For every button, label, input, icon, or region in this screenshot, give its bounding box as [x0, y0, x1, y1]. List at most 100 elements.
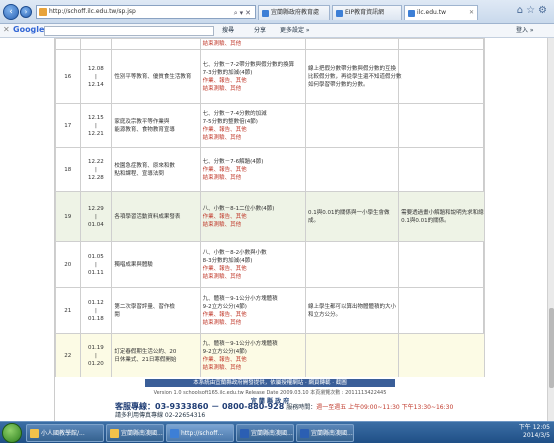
start-button[interactable] [2, 423, 22, 443]
address-url: http://schoff.ilc.edu.tw/sp.jsp [49, 8, 136, 15]
cell-line: 需要透過畫小解題和說明先求和總 [401, 209, 484, 216]
unit-cell: 性別平等教育、優質食生活教育 [111, 49, 201, 104]
cell-line: 作業、報告、其他 [202, 213, 247, 220]
cell-line: 日休業式、21日寒假開始 [114, 356, 177, 363]
cell-line: 結束測驗、其他 [202, 364, 242, 371]
taskbar-item-2[interactable]: 宜蘭縣南澳國... [106, 424, 164, 442]
week-number: 22 [64, 352, 72, 359]
remarks-cell: 需要透過畫小解題和說明先求和總 0.1與0.01的關係。 [398, 191, 485, 242]
cell-line: | [95, 261, 97, 268]
browser-icon [170, 429, 179, 438]
remarks-cell [398, 147, 485, 192]
week-number-cell: 17 [55, 103, 81, 148]
unit-cell: 第二次學習評量、習作檢閱 [111, 287, 201, 334]
week-number-cell: 16 [55, 49, 81, 104]
google-share-button[interactable]: 分享 [254, 26, 266, 36]
task-label: 宜蘭縣南澳國... [251, 430, 293, 437]
cell-line: 九、體積－9-1公分小方塊體積 [202, 295, 278, 302]
remarks-cell [398, 103, 485, 148]
system-tray-clock[interactable]: 下午 12:05 2014/3/5 [519, 424, 550, 440]
cell-line: | [95, 122, 97, 129]
google-search-input[interactable] [44, 26, 214, 36]
cell-line: 七、分數－7-2帶分數與假分數的換算 [202, 61, 295, 68]
cell-line: 12.22 [88, 158, 104, 165]
taskbar-item-4[interactable]: 宜蘭縣南澳國... [236, 424, 294, 442]
hotline-numbers: 03-9333860 － 0800-880-928 [155, 402, 285, 411]
topic-cell: 結束測驗、其他 [199, 38, 307, 50]
page-viewport: 結束測驗、其他 16 12.08 | 12.14 性別平等教育、優質食生活教育 七、分數－7… [0, 38, 554, 421]
week-number: 18 [64, 166, 72, 173]
week-number-cell: 20 [55, 241, 81, 288]
address-tools-icons[interactable]: ⌕▾✕ [234, 7, 253, 19]
week-number: 20 [64, 261, 72, 268]
taskbar-item-5[interactable]: 宜蘭縣南澳國... [296, 424, 354, 442]
cell-line: 12.21 [88, 130, 104, 137]
date-range-cell [79, 38, 113, 50]
taskbar-item-1[interactable]: 小人國教學館/... [26, 424, 104, 442]
taskbar: 小人國教學館/... 宜蘭縣南澳國... http://schoff... 宜蘭… [0, 421, 554, 443]
notes-cell: 0.1與0.01的關係與一小學生會做 成。 [305, 191, 400, 242]
cell-line: 作業、報告、其他 [202, 166, 247, 173]
tab-3[interactable]: ilc.edu.tw ✕ [404, 5, 478, 20]
cell-line: | [95, 307, 97, 314]
window-icon [30, 429, 39, 438]
hotline-label: 客服專線： [115, 402, 155, 411]
vertical-scrollbar[interactable] [547, 38, 554, 421]
cell-line: 12.29 [88, 205, 104, 212]
task-label: 宜蘭縣南澳國... [121, 430, 163, 437]
topic-cell: 七、分數－7-4分數的加減 7-5分數的整數倍(4節) 作業、報告、其他 結束測驗、其… [199, 103, 307, 148]
signin-link[interactable]: 登入 » [516, 26, 534, 36]
week-number: 16 [64, 73, 72, 80]
week-number-cell: 18 [55, 147, 81, 192]
cell-line: 閱 [114, 311, 120, 318]
cell-line: 家庭及宗教平等作業與 [114, 118, 170, 125]
table-row: 20 01.05 | 01.11 獨唱成果與體驗 八、小數－8-2小數與小數 8-3分數的加… [55, 241, 485, 288]
cell-line: 訂定春假期生活公約、20 [114, 348, 177, 355]
table-row: 19 12.29 | 01.04 各項學習活動資料成果發表 八、小數－8-1二位小數(4節… [55, 191, 485, 242]
task-label: 小人國教學館/... [41, 430, 85, 437]
hotline-hours: 週一至週五 上午09:00~11:30 下午13:30~16:30 [316, 404, 454, 411]
week-number-cell: 19 [55, 191, 81, 242]
cell-line: 結束測驗、其他 [202, 85, 242, 92]
cell-line: 線上把假分數帶分數與假分數的互換 [308, 65, 397, 72]
google-search-button[interactable]: 搜尋 [222, 26, 234, 36]
table-row: 22 01.19 | 01.20 訂定春假期生活公約、20 日休業式、21日寒假開始 九、體… [55, 333, 485, 378]
table-row: 結束測驗、其他 [55, 38, 485, 50]
cell-line: 01.11 [88, 269, 104, 276]
cell-line: 7-5分數的整數倍(4節) [202, 118, 258, 125]
toolbar-icons[interactable]: ⌂☆⚙ [517, 5, 550, 16]
notes-cell [305, 333, 400, 378]
cell-line: 校園急症教育、原來和數 [114, 162, 175, 169]
taskbar-item-3[interactable]: http://schoff... [166, 424, 234, 442]
date-range-cell: 01.12 | 01.18 [79, 287, 113, 334]
topic-cell: 七、分數－7-6解題(4節) 作業、報告、其他 結束測驗、其他 [199, 147, 307, 192]
cell-line: 線上學生都可以算出物體體積的大小 [308, 303, 397, 310]
cell-line: 12.28 [88, 174, 104, 181]
notes-cell: 線上學生都可以算出物體體積的大小 和立方公分。 [305, 287, 400, 334]
remarks-cell [398, 333, 485, 378]
google-more-button[interactable]: 更多設定 » [280, 26, 310, 36]
week-number: 21 [64, 307, 72, 314]
close-icon[interactable]: ✕ [3, 25, 10, 34]
tab-1[interactable]: 宜蘭縣政府教育處 [258, 5, 330, 20]
cell-line: 能源教育、食物教育宣導 [114, 126, 175, 133]
cell-line: 八、小數－8-1二位小數(4節) [202, 205, 275, 212]
notes-cell: 線上把假分數帶分數與假分數的互換 比較假分數，再從學生還不知道假分數 如何學習帶分數… [305, 49, 402, 104]
forward-button[interactable]: › [20, 6, 32, 18]
close-icon[interactable]: ✕ [469, 6, 474, 20]
table-row: 17 12.15 | 12.21 家庭及宗教平等作業與 能源教育、食物教育宣導 七、分數－7… [55, 103, 485, 148]
topic-cell: 九、體積－9-1公分小方塊體積 9-2立方公分(4節) 作業、報告、其他 結束測驗、其… [199, 287, 307, 334]
date-range-cell: 12.15 | 12.21 [79, 103, 113, 148]
address-bar[interactable]: http://schoff.ilc.edu.tw/sp.jsp ⌕▾✕ [36, 5, 256, 19]
hotline-extra: 請多利用傳真專線 02-22654316 [115, 412, 206, 419]
task-label: http://schoff... [181, 430, 224, 437]
tab-2[interactable]: EIP教育資訊網 [332, 5, 402, 20]
scrollbar-thumb[interactable] [549, 308, 554, 388]
cell-line: 七、分數－7-4分數的加減 [202, 110, 267, 117]
cell-line: 01.20 [88, 360, 104, 367]
unit-cell: 訂定春假期生活公約、20 日休業式、21日寒假開始 [111, 333, 201, 378]
unit-cell: 獨唱成果與體驗 [111, 241, 201, 288]
cell-line: 01.05 [88, 253, 104, 260]
cell-line: 12.14 [88, 81, 104, 88]
back-button[interactable]: ‹ [3, 4, 19, 20]
